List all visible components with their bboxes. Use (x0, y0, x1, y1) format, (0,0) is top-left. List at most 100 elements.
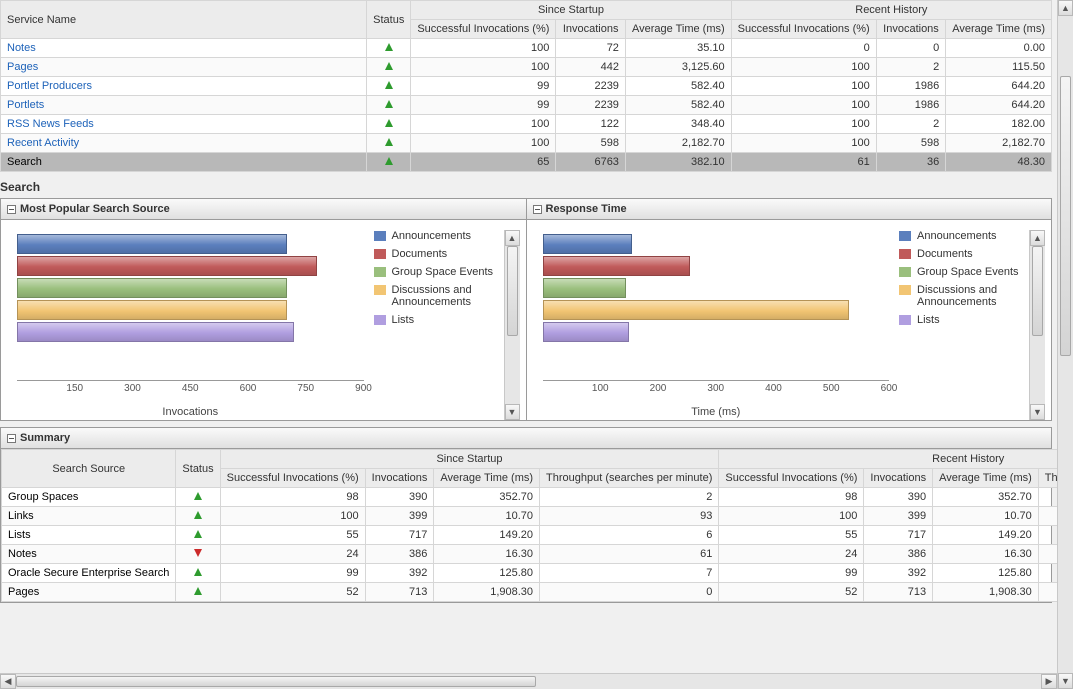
recent-succ-pct: 100 (719, 507, 864, 526)
startup-succ-pct: 100 (411, 134, 556, 153)
scrollbar-thumb[interactable] (1060, 76, 1071, 356)
scroll-down-icon[interactable]: ▼ (1030, 404, 1045, 420)
bar-chart-response-time: 100200300400500600Time (ms) (533, 230, 900, 420)
col-status[interactable]: Status (367, 1, 411, 39)
service-name-cell[interactable]: Recent Activity (1, 134, 367, 153)
col-startup-thru[interactable]: Throughput (searches per minute) (540, 469, 719, 488)
startup-avg-time: 582.40 (625, 96, 731, 115)
recent-succ-pct: 100 (731, 58, 876, 77)
scroll-up-icon[interactable]: ▲ (505, 230, 520, 246)
col-service-name[interactable]: Service Name (1, 1, 367, 39)
scrollbar-thumb[interactable] (507, 246, 518, 336)
search-source-cell[interactable]: Oracle Secure Enterprise Search (2, 564, 176, 583)
group-recent-history: Recent History (719, 450, 1057, 469)
startup-succ-pct: 55 (220, 526, 365, 545)
startup-invocations: 390 (365, 488, 434, 507)
recent-succ-pct: 52 (719, 583, 864, 602)
service-name-cell[interactable]: Portlets (1, 96, 367, 115)
window-horizontal-scrollbar[interactable]: ◀ ▶ (0, 673, 1057, 689)
startup-succ-pct: 98 (220, 488, 365, 507)
col-startup-inv[interactable]: Invocations (556, 20, 626, 39)
scroll-up-icon[interactable]: ▲ (1058, 0, 1073, 16)
startup-avg-time: 382.10 (625, 153, 731, 172)
search-source-cell[interactable]: Group Spaces (2, 488, 176, 507)
panel-scrollbar[interactable]: ▲ ▼ (504, 230, 520, 420)
legend-label: Lists (917, 314, 940, 326)
startup-avg-time: 1,908.30 (434, 583, 540, 602)
service-name-cell[interactable]: Portlet Producers (1, 77, 367, 96)
search-source-cell[interactable]: Notes (2, 545, 176, 564)
table-row[interactable]: Links10039910.709310039910.7093 (2, 507, 1058, 526)
table-row[interactable]: Pages527131,908.300527131,908.300 (2, 583, 1058, 602)
service-name-cell[interactable]: Notes (1, 39, 367, 58)
search-source-cell[interactable]: Pages (2, 583, 176, 602)
table-row[interactable]: Portlets992239582.401001986644.20 (1, 96, 1052, 115)
col-recent-inv[interactable]: Invocations (864, 469, 933, 488)
axis-tick: 600 (240, 383, 257, 394)
scrollbar-thumb[interactable] (1032, 246, 1043, 336)
table-row[interactable]: Portlet Producers992239582.401001986644.… (1, 77, 1052, 96)
startup-avg-time: 582.40 (625, 77, 731, 96)
table-row[interactable]: Pages1004423,125.601002115.50 (1, 58, 1052, 77)
scrollbar-thumb[interactable] (16, 676, 536, 687)
table-row[interactable]: Notes2438616.30612438616.3061 (2, 545, 1058, 564)
search-source-cell[interactable]: Links (2, 507, 176, 526)
table-row[interactable]: RSS News Feeds100122348.401002182.00 (1, 115, 1052, 134)
status-cell (367, 134, 411, 153)
collapse-icon[interactable] (533, 205, 542, 214)
service-name-cell[interactable]: Search (1, 153, 367, 172)
search-source-cell[interactable]: Lists (2, 526, 176, 545)
legend-swatch (374, 285, 386, 295)
col-recent-avg[interactable]: Average Time (ms) (933, 469, 1039, 488)
recent-invocations: 2 (876, 58, 946, 77)
col-search-source[interactable]: Search Source (2, 450, 176, 488)
startup-avg-time: 3,125.60 (625, 58, 731, 77)
scroll-down-icon[interactable]: ▼ (1058, 673, 1073, 689)
status-up-icon (194, 492, 202, 500)
col-startup-succ-pct[interactable]: Successful Invocations (%) (411, 20, 556, 39)
col-startup-avg[interactable]: Average Time (ms) (625, 20, 731, 39)
recent-invocations: 2 (876, 115, 946, 134)
col-startup-avg[interactable]: Average Time (ms) (434, 469, 540, 488)
collapse-icon[interactable] (7, 205, 16, 214)
recent-invocations: 717 (864, 526, 933, 545)
col-recent-thru[interactable]: Throughput (searches per minute) (1038, 469, 1057, 488)
col-startup-succ-pct[interactable]: Successful Invocations (%) (220, 469, 365, 488)
table-row[interactable]: Oracle Secure Enterprise Search99392125.… (2, 564, 1058, 583)
recent-throughput: 61 (1038, 545, 1057, 564)
recent-avg-time: 644.20 (946, 96, 1052, 115)
startup-invocations: 2239 (556, 96, 626, 115)
startup-invocations: 122 (556, 115, 626, 134)
legend-label: Group Space Events (392, 266, 494, 278)
scroll-left-icon[interactable]: ◀ (0, 674, 16, 689)
table-row[interactable]: Notes1007235.10000.00 (1, 39, 1052, 58)
collapse-icon[interactable] (7, 434, 16, 443)
axis-tick: 200 (650, 383, 667, 394)
col-recent-succ-pct[interactable]: Successful Invocations (%) (719, 469, 864, 488)
col-status[interactable]: Status (176, 450, 220, 488)
table-row[interactable]: Search656763382.10613648.30 (1, 153, 1052, 172)
scroll-down-icon[interactable]: ▼ (505, 404, 520, 420)
legend-label: Documents (917, 248, 973, 260)
table-row[interactable]: Lists55717149.20655717149.206 (2, 526, 1058, 545)
chart-legend: AnnouncementsDocumentsGroup Space Events… (374, 230, 504, 420)
summary-table: Search Source Status Since Startup Recen… (1, 449, 1057, 602)
service-name-cell[interactable]: Pages (1, 58, 367, 77)
panel-scrollbar[interactable]: ▲ ▼ (1029, 230, 1045, 420)
status-up-icon (194, 511, 202, 519)
col-startup-inv[interactable]: Invocations (365, 469, 434, 488)
col-recent-succ-pct[interactable]: Successful Invocations (%) (731, 20, 876, 39)
recent-avg-time: 48.30 (946, 153, 1052, 172)
legend-label: Announcements (917, 230, 997, 242)
table-row[interactable]: Recent Activity1005982,182.701005982,182… (1, 134, 1052, 153)
scroll-right-icon[interactable]: ▶ (1041, 674, 1057, 689)
scroll-up-icon[interactable]: ▲ (1030, 230, 1045, 246)
col-recent-inv[interactable]: Invocations (876, 20, 946, 39)
table-row[interactable]: Group Spaces98390352.70298390352.702 (2, 488, 1058, 507)
legend-item: Announcements (374, 230, 504, 242)
panel-title: Summary (20, 432, 70, 444)
window-vertical-scrollbar[interactable]: ▲ ▼ (1057, 0, 1073, 689)
service-name-cell[interactable]: RSS News Feeds (1, 115, 367, 134)
bar-group-space-events (543, 278, 627, 298)
col-recent-avg[interactable]: Average Time (ms) (946, 20, 1052, 39)
